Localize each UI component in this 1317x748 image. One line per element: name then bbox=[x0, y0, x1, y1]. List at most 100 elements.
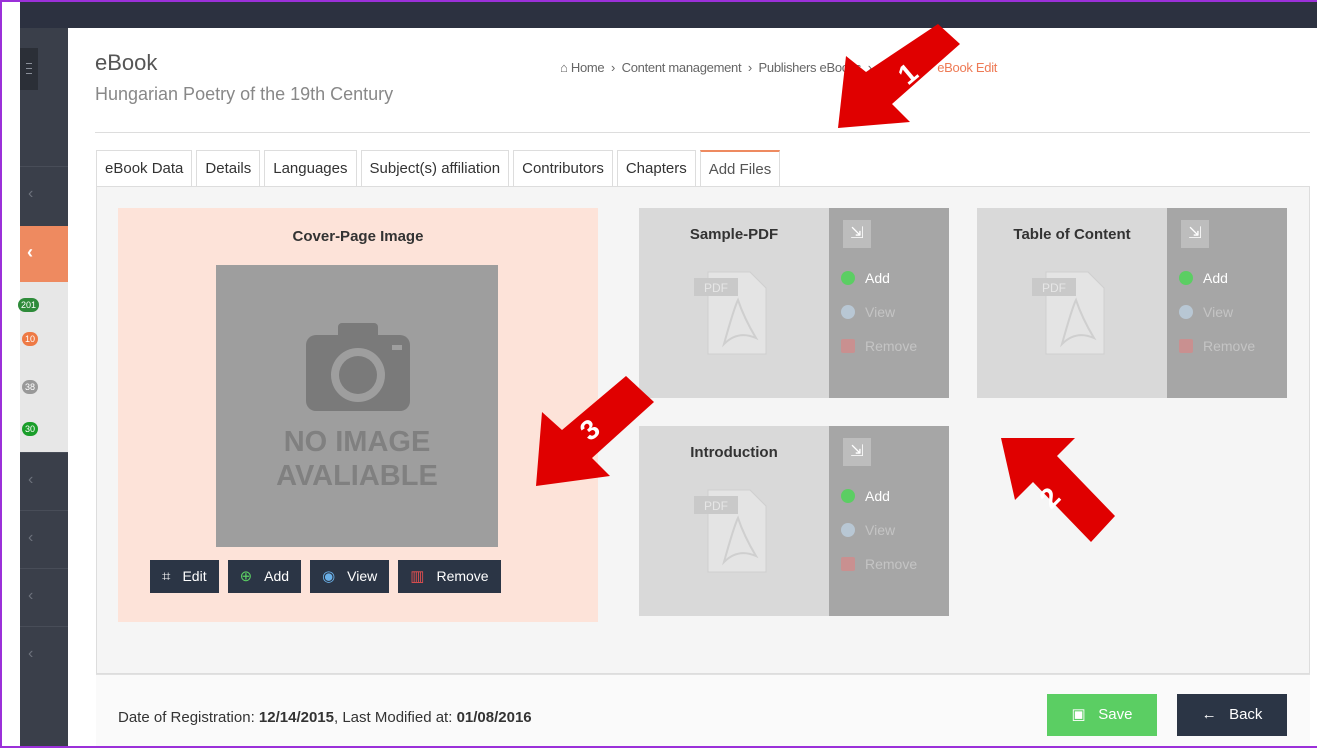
save-label: Save bbox=[1098, 706, 1133, 723]
page-subtitle: Hungarian Poetry of the 19th Century bbox=[95, 84, 394, 104]
toc-remove-button[interactable]: Remove bbox=[1179, 338, 1255, 354]
save-button[interactable]: ▣ Save bbox=[1047, 694, 1157, 736]
cursor-pick-icon[interactable]: ⇲ bbox=[1181, 220, 1209, 248]
sample-pdf-title: Sample-PDF bbox=[689, 226, 779, 243]
no-image-line2: AVALIABLE bbox=[276, 460, 438, 492]
trash-icon bbox=[841, 557, 855, 571]
introduction-remove-button[interactable]: Remove bbox=[841, 556, 917, 572]
cover-buttons: ⌗ Edit ⊕ Add ◉ View ▥ Remove bbox=[150, 560, 510, 593]
back-label: Back bbox=[1229, 706, 1263, 723]
trash-icon: ▥ bbox=[410, 568, 425, 585]
eye-icon bbox=[1179, 305, 1193, 319]
chevron-left-icon: ‹ bbox=[28, 529, 34, 546]
add-label: Add bbox=[264, 568, 290, 584]
top-bar bbox=[20, 0, 1317, 28]
sample-pdf-add-button[interactable]: Add bbox=[841, 270, 890, 286]
back-button[interactable]: ← Back bbox=[1177, 694, 1287, 736]
plus-circle-icon: ⊕ bbox=[239, 568, 253, 585]
tab-languages[interactable]: Languages bbox=[264, 150, 357, 186]
badge-count: 30 bbox=[22, 422, 39, 436]
floppy-disk-icon: ▣ bbox=[1071, 706, 1086, 723]
chevron-left-icon: ‹ bbox=[28, 645, 34, 662]
breadcrumb-home[interactable]: Home bbox=[571, 60, 605, 75]
add-cover-button[interactable]: ⊕ Add bbox=[227, 560, 302, 593]
remove-label: Remove bbox=[865, 556, 918, 572]
remove-label: Remove bbox=[436, 568, 489, 584]
badge-count: 201 bbox=[18, 298, 40, 312]
add-label: Add bbox=[865, 270, 890, 286]
toc-view-button[interactable]: View bbox=[1179, 304, 1233, 320]
tab-details[interactable]: Details bbox=[196, 150, 261, 186]
introduction-view-button[interactable]: View bbox=[841, 522, 895, 538]
tab-ebook-data[interactable]: eBook Data bbox=[96, 150, 193, 186]
registration-date: 12/14/2015 bbox=[258, 709, 334, 726]
tab-contributors[interactable]: Contributors bbox=[513, 150, 613, 186]
menu-toggle-icon[interactable] bbox=[20, 48, 38, 90]
annotation-arrow-3: 3 bbox=[536, 376, 654, 486]
plus-circle-icon bbox=[1179, 271, 1193, 285]
tab-bar: eBook Data Details Languages Subject(s) … bbox=[96, 150, 784, 186]
breadcrumb-content-management[interactable]: Content management bbox=[622, 60, 742, 75]
trash-icon bbox=[841, 339, 855, 353]
left-strip bbox=[0, 0, 20, 748]
pdf-file-icon: PDF bbox=[1032, 271, 1105, 355]
badge-count: 38 bbox=[22, 380, 39, 394]
sample-pdf-view-button[interactable]: View bbox=[841, 304, 895, 320]
crop-icon: ⌗ bbox=[162, 568, 171, 585]
pdf-label: PDF bbox=[704, 281, 728, 295]
sidebar-item-2[interactable]: ‹ bbox=[20, 452, 68, 508]
sidebar-item-5[interactable]: ‹ bbox=[20, 626, 68, 682]
badge-count: 10 bbox=[22, 332, 39, 346]
eye-icon: ◉ bbox=[322, 568, 336, 585]
no-image-text: NO IMAGE AVALIABLE bbox=[216, 425, 498, 493]
introduction-add-button[interactable]: Add bbox=[841, 488, 890, 504]
cursor-pick-icon[interactable]: ⇲ bbox=[843, 438, 871, 466]
pdf-file-icon: PDF bbox=[694, 271, 767, 355]
edit-cover-button[interactable]: ⌗ Edit bbox=[150, 560, 219, 593]
tab-add-files[interactable]: Add Files bbox=[699, 150, 781, 186]
introduction-actions: ⇲ Add View Remove bbox=[829, 426, 949, 616]
plus-circle-icon bbox=[841, 271, 855, 285]
cover-title: Cover-Page Image bbox=[292, 228, 424, 245]
chevron-left-icon: ‹ bbox=[27, 242, 33, 262]
eye-icon bbox=[841, 523, 855, 537]
view-cover-button[interactable]: ◉ View bbox=[310, 560, 390, 593]
no-image-line1: NO IMAGE bbox=[283, 426, 431, 458]
sidebar-item-4[interactable]: ‹ bbox=[20, 568, 68, 624]
sample-pdf-panel: Sample-PDF PDF ⇲ Add View Remove bbox=[639, 208, 949, 398]
tab-subject-affiliation[interactable]: Subject(s) affiliation bbox=[360, 150, 510, 186]
plus-circle-icon bbox=[841, 489, 855, 503]
registration-label: Date of Registration: bbox=[118, 709, 255, 726]
sidebar-item-active[interactable]: ‹ bbox=[20, 226, 68, 282]
pdf-label: PDF bbox=[1042, 281, 1066, 295]
introduction-title: Introduction bbox=[690, 444, 778, 461]
add-label: Add bbox=[1203, 270, 1228, 286]
sample-pdf-actions: ⇲ Add View Remove bbox=[829, 208, 949, 398]
edit-label: Edit bbox=[182, 568, 207, 584]
home-icon: ⌂ bbox=[560, 60, 568, 75]
eye-icon bbox=[841, 305, 855, 319]
annotation-arrow-1: 1 bbox=[838, 24, 960, 128]
page-title: eBook bbox=[95, 50, 158, 75]
toc-title: Table of Content bbox=[1013, 226, 1131, 243]
annotation-arrow-2: 2 bbox=[1001, 438, 1115, 542]
pdf-label: PDF bbox=[704, 499, 728, 513]
sample-pdf-remove-button[interactable]: Remove bbox=[841, 338, 917, 354]
introduction-panel: Introduction PDF ⇲ Add View Remove bbox=[639, 426, 949, 616]
sidebar-item-3[interactable]: ‹ bbox=[20, 510, 68, 566]
footer-dates: Date of Registration: 12/14/2015, Last M… bbox=[118, 709, 532, 726]
cursor-pick-icon[interactable]: ⇲ bbox=[843, 220, 871, 248]
toc-add-button[interactable]: Add bbox=[1179, 270, 1228, 286]
view-label: View bbox=[865, 522, 896, 538]
sidebar-item-1[interactable]: ‹ bbox=[20, 166, 68, 222]
sidebar-badges: 201 10 38 30 bbox=[18, 282, 68, 452]
tab-chapters[interactable]: Chapters bbox=[616, 150, 696, 186]
view-label: View bbox=[1203, 304, 1234, 320]
chevron-left-icon: ‹ bbox=[28, 185, 34, 202]
view-label: View bbox=[865, 304, 896, 320]
remove-cover-button[interactable]: ▥ Remove bbox=[398, 560, 501, 593]
chevron-left-icon: ‹ bbox=[28, 587, 34, 604]
camera-icon bbox=[306, 323, 410, 411]
remove-label: Remove bbox=[1203, 338, 1256, 354]
pdf-file-icon: PDF bbox=[694, 489, 767, 573]
